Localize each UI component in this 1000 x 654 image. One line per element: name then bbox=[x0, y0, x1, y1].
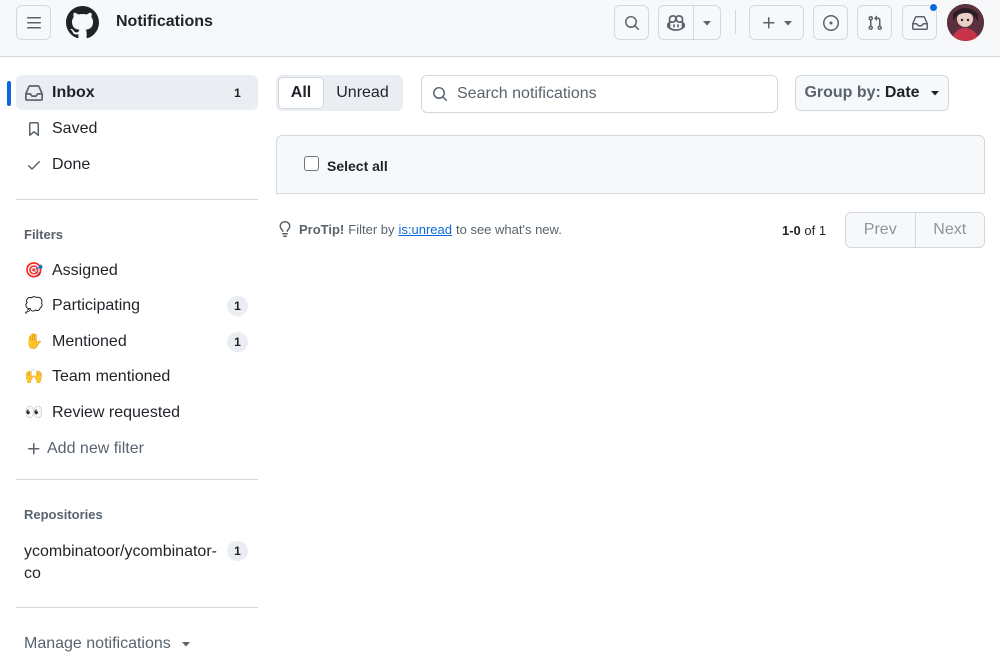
plus-icon bbox=[24, 441, 44, 457]
filter-team-mentioned[interactable]: 🙌 Team mentioned bbox=[16, 359, 258, 394]
protip-text-after: to see what's new. bbox=[455, 221, 562, 237]
filter-label: Participating bbox=[52, 296, 141, 314]
active-indicator bbox=[7, 81, 11, 106]
search-box bbox=[421, 75, 778, 113]
sidebar: Inbox 1 Saved Done Filters 🎯 Assigned 💭 … bbox=[0, 57, 260, 654]
github-logo[interactable] bbox=[66, 6, 99, 39]
group-by-value: Date bbox=[884, 84, 920, 101]
unread-indicator-dot bbox=[929, 3, 938, 12]
sidebar-item-label: Saved bbox=[52, 119, 98, 137]
header-divider bbox=[735, 10, 736, 34]
manage-notifications-label: Manage notifications bbox=[24, 635, 171, 652]
light-bulb-icon bbox=[279, 221, 291, 237]
dart-emoji-icon: 🎯 bbox=[24, 262, 44, 279]
search-icon bbox=[433, 87, 448, 102]
protip-text-before: Filter by bbox=[348, 221, 395, 237]
filter-assigned[interactable]: 🎯 Assigned bbox=[16, 253, 258, 288]
sidebar-item-done[interactable]: Done bbox=[16, 147, 258, 182]
raised-hand-icon: ✋ bbox=[24, 333, 44, 350]
bookmark-icon bbox=[24, 121, 44, 137]
select-all-bar: Select all bbox=[276, 135, 985, 194]
tab-all[interactable]: All bbox=[278, 77, 324, 109]
thought-balloon-icon: 💭 bbox=[24, 297, 44, 314]
filter-review-requested[interactable]: 👀 Review requested bbox=[16, 395, 258, 430]
repository-count: 1 bbox=[227, 541, 248, 561]
protip: ProTip! Filter by is:unread to see what'… bbox=[277, 220, 562, 238]
next-button[interactable]: Next bbox=[914, 213, 985, 247]
copilot-button[interactable] bbox=[658, 5, 721, 40]
filter-label: Mentioned bbox=[52, 332, 127, 350]
search-button[interactable] bbox=[614, 5, 649, 40]
issue-icon bbox=[822, 14, 839, 31]
select-all-checkbox[interactable] bbox=[304, 156, 319, 171]
chevron-down-icon bbox=[181, 642, 190, 647]
add-filter-label: Add new filter bbox=[47, 440, 144, 457]
search-icon bbox=[624, 15, 639, 30]
repository-name: ycombinatoor/ycombinator-co bbox=[24, 543, 217, 582]
inbox-count: 1 bbox=[234, 86, 241, 100]
menu-button[interactable] bbox=[16, 5, 51, 40]
filter-participating[interactable]: 💭 Participating 1 bbox=[16, 288, 258, 323]
filter-label: Team mentioned bbox=[52, 367, 171, 385]
sidebar-item-saved[interactable]: Saved bbox=[16, 111, 258, 146]
app-header: Notifications bbox=[0, 0, 1000, 57]
filter-label: Review requested bbox=[52, 403, 181, 421]
select-all-label: Select all bbox=[327, 158, 388, 174]
sidebar-divider bbox=[16, 199, 258, 200]
sidebar-divider bbox=[16, 479, 258, 480]
page-title: Notifications bbox=[116, 13, 213, 30]
inbox-icon bbox=[911, 15, 928, 30]
filters-heading: Filters bbox=[24, 227, 64, 242]
search-input[interactable] bbox=[457, 85, 757, 103]
copilot-caret[interactable] bbox=[694, 6, 720, 39]
copilot-icon bbox=[667, 14, 686, 31]
create-new-button[interactable] bbox=[749, 5, 804, 40]
participating-count: 1 bbox=[227, 296, 248, 316]
sidebar-item-inbox[interactable]: Inbox 1 bbox=[16, 75, 258, 110]
tab-unread[interactable]: Unread bbox=[324, 77, 401, 109]
sidebar-divider bbox=[16, 607, 258, 608]
group-by-dropdown[interactable]: Group by: Date bbox=[795, 75, 949, 111]
pull-request-icon bbox=[867, 15, 882, 30]
add-filter-button[interactable]: Add new filter bbox=[16, 434, 144, 464]
repository-item[interactable]: ycombinatoor/ycombinator-co 1 bbox=[16, 536, 258, 584]
mentioned-count: 1 bbox=[227, 332, 248, 352]
copilot-main[interactable] bbox=[659, 6, 695, 39]
check-icon bbox=[24, 157, 44, 173]
filter-label: Assigned bbox=[52, 261, 118, 279]
pull-requests-button[interactable] bbox=[857, 5, 892, 40]
repositories-heading: Repositories bbox=[24, 507, 103, 522]
plus-icon bbox=[762, 16, 774, 28]
sidebar-item-label: Done bbox=[52, 155, 91, 173]
protip-label: ProTip! bbox=[299, 221, 345, 237]
chevron-down-icon bbox=[783, 20, 792, 25]
pagination: Prev Next bbox=[845, 212, 985, 248]
eyes-icon: 👀 bbox=[24, 404, 44, 421]
chevron-down-icon bbox=[703, 20, 712, 25]
pagination-count: 1-0 of 1 bbox=[782, 223, 827, 238]
avatar[interactable] bbox=[947, 4, 984, 41]
manage-notifications-button[interactable]: Manage notifications bbox=[24, 635, 191, 653]
protip-filter-link[interactable]: is:unread bbox=[399, 222, 452, 237]
filter-mentioned[interactable]: ✋ Mentioned 1 bbox=[16, 324, 258, 359]
sidebar-item-label: Inbox bbox=[52, 83, 95, 101]
group-by-label: Group by: bbox=[804, 84, 881, 101]
inbox-icon bbox=[24, 84, 44, 102]
issues-button[interactable] bbox=[813, 5, 848, 40]
read-filter-segmented-control: All Unread bbox=[276, 75, 403, 111]
chevron-down-icon bbox=[930, 91, 939, 96]
prev-button[interactable]: Prev bbox=[846, 213, 915, 247]
menu-icon bbox=[26, 16, 41, 28]
raised-hands-icon: 🙌 bbox=[24, 368, 44, 385]
